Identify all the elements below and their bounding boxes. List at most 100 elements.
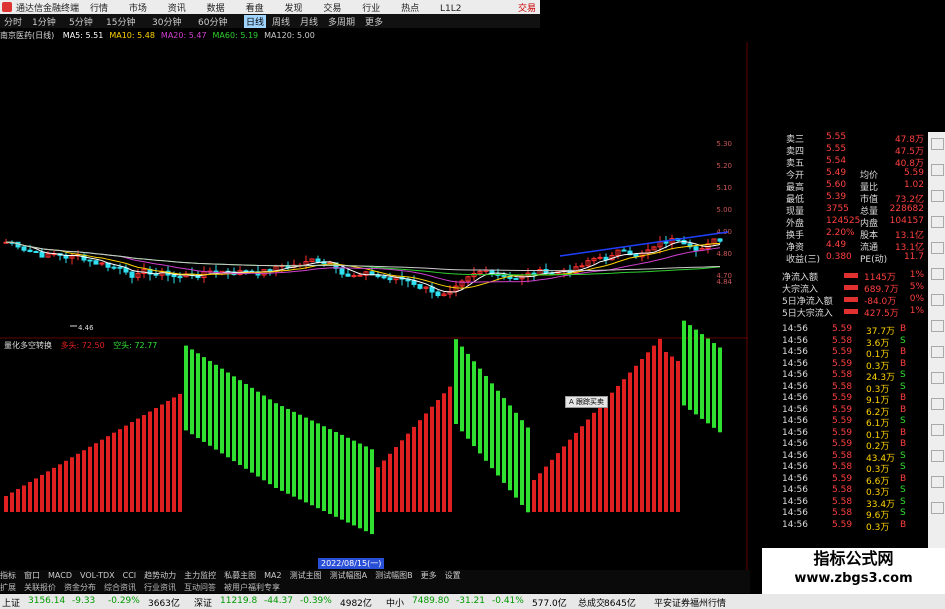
- bear-bar: [514, 412, 518, 498]
- menu-item[interactable]: 热点: [401, 4, 419, 14]
- menu-item[interactable]: 市场: [129, 4, 147, 14]
- period-button[interactable]: 月线: [300, 15, 318, 28]
- info-tab[interactable]: 行业资讯: [144, 583, 176, 592]
- period-button[interactable]: 更多: [365, 15, 383, 28]
- period-button[interactable]: 周线: [272, 15, 290, 28]
- flow-bar: [844, 285, 858, 290]
- period-button[interactable]: 1分钟: [32, 15, 56, 28]
- flag-icon[interactable]: [931, 424, 944, 436]
- menu-item[interactable]: 行业: [362, 4, 380, 14]
- tick-side: S: [900, 496, 906, 507]
- quote-value: 124525: [826, 216, 861, 226]
- menu-item[interactable]: 看盘: [246, 4, 264, 14]
- gear-icon[interactable]: [931, 372, 944, 384]
- warn-icon[interactable]: [931, 242, 944, 254]
- bear-bar: [262, 395, 266, 481]
- tick-time: 14:56: [782, 485, 808, 495]
- indicator-tab[interactable]: 主力监控: [184, 571, 216, 580]
- indicator-tab[interactable]: MA2: [264, 571, 281, 580]
- indicator-tab[interactable]: 设置: [445, 571, 461, 580]
- info-tab[interactable]: 互动问答: [184, 583, 216, 592]
- index-pct: -0.41%: [492, 596, 524, 606]
- menu-item[interactable]: 交易: [323, 4, 341, 14]
- bear-bar: [232, 376, 236, 462]
- index-amount: 4982亿: [340, 599, 372, 609]
- info-tab[interactable]: 关联报价: [24, 583, 56, 592]
- indicator-tab[interactable]: MACD: [48, 571, 72, 580]
- candle-body: [381, 276, 387, 279]
- broker-label: 平安证券福州行情: [654, 599, 727, 609]
- candle-body: [177, 276, 183, 279]
- indicator-tab[interactable]: 更多: [421, 571, 437, 580]
- indicator-tab[interactable]: CCI: [123, 571, 137, 580]
- kline-chart[interactable]: 5.305.205.105.004.904.844.804.704.4680.0…: [0, 42, 748, 570]
- indicator-tab[interactable]: 指标: [0, 571, 16, 580]
- menu-item[interactable]: 资讯: [168, 4, 186, 14]
- indicator-tab[interactable]: 趋势动力: [144, 571, 176, 580]
- trade-button[interactable]: 交易: [518, 1, 536, 14]
- index-pct: -0.29%: [108, 596, 140, 606]
- more-icon[interactable]: [931, 502, 944, 514]
- candle-body: [513, 277, 519, 280]
- quote-value: 5.55: [826, 144, 847, 154]
- period-button[interactable]: 分时: [4, 15, 22, 28]
- tick-side: S: [900, 462, 906, 472]
- info-tab[interactable]: 资金分布: [64, 583, 96, 592]
- period-button[interactable]: 日线: [244, 15, 267, 28]
- tick-time: 14:56: [782, 404, 808, 415]
- up-icon[interactable]: [931, 294, 944, 306]
- tick-price: 5.59: [832, 439, 853, 449]
- watermark-title: 指标公式网: [813, 549, 894, 568]
- rsi-icon[interactable]: [931, 216, 944, 228]
- tool-icon[interactable]: [931, 398, 944, 410]
- tracking-tooltip[interactable]: A 跟踪买卖: [565, 396, 609, 408]
- bear-bar: [298, 414, 302, 500]
- bull-bar: [664, 352, 668, 512]
- indicator-tab[interactable]: 测试幅图A: [330, 571, 367, 580]
- indicator-tab[interactable]: VOL-TDX: [80, 571, 115, 580]
- period-button[interactable]: 60分钟: [198, 15, 227, 28]
- quote-key: 收益(三): [786, 255, 821, 265]
- indicator-tab[interactable]: 私募主图: [224, 571, 256, 580]
- index-name[interactable]: 深证: [194, 596, 212, 609]
- bull-bar: [160, 404, 164, 512]
- bear-bar: [502, 398, 506, 483]
- tick-price: 5.59: [832, 427, 853, 438]
- candle-body: [93, 260, 99, 265]
- pin-icon[interactable]: [931, 138, 944, 150]
- info-tab[interactable]: 综合资讯: [104, 583, 136, 592]
- info-tab[interactable]: 被用户福利专享: [224, 583, 280, 592]
- index-name[interactable]: 中小: [386, 596, 404, 609]
- tick-time: 14:56: [782, 416, 808, 426]
- chart-icon[interactable]: [931, 190, 944, 202]
- menu-item[interactable]: 数据: [207, 4, 225, 14]
- indicator-tab[interactable]: 测试幅图B: [375, 571, 413, 580]
- menu-item[interactable]: 发现: [284, 4, 302, 14]
- down-icon[interactable]: [931, 320, 944, 332]
- period-button[interactable]: 15分钟: [106, 15, 135, 28]
- tick-volume: 0.3万: [866, 522, 890, 533]
- bull-bar: [52, 467, 56, 512]
- indicator-tab[interactable]: 测试主图: [290, 571, 322, 580]
- indicator-tab[interactable]: 窗口: [24, 571, 40, 580]
- menu-item[interactable]: L1L2: [440, 4, 461, 14]
- menu-item[interactable]: 行情: [90, 4, 108, 14]
- bear-bar: [250, 387, 254, 473]
- help-icon[interactable]: [931, 476, 944, 488]
- period-button[interactable]: 5分钟: [69, 15, 93, 28]
- period-button[interactable]: 30分钟: [152, 15, 181, 28]
- index-name[interactable]: 上证: [2, 596, 20, 609]
- short-label: 空头: 72.77: [113, 341, 158, 350]
- info-tab[interactable]: 扩展: [0, 583, 16, 592]
- quote-row: 卖五 5.54 40.8万: [748, 156, 926, 169]
- mail-icon[interactable]: [931, 450, 944, 462]
- tick-row: 14:56 5.59 6.2万 B: [748, 404, 926, 418]
- bull-bar: [166, 400, 170, 512]
- period-button[interactable]: 多周期: [328, 15, 355, 28]
- index-name[interactable]: 总成交: [578, 596, 605, 609]
- star-icon[interactable]: [931, 268, 944, 280]
- tick-price: 5.59: [832, 324, 853, 334]
- bear-bar: [268, 399, 272, 485]
- list-icon[interactable]: [931, 164, 944, 176]
- doc-icon[interactable]: [931, 346, 944, 358]
